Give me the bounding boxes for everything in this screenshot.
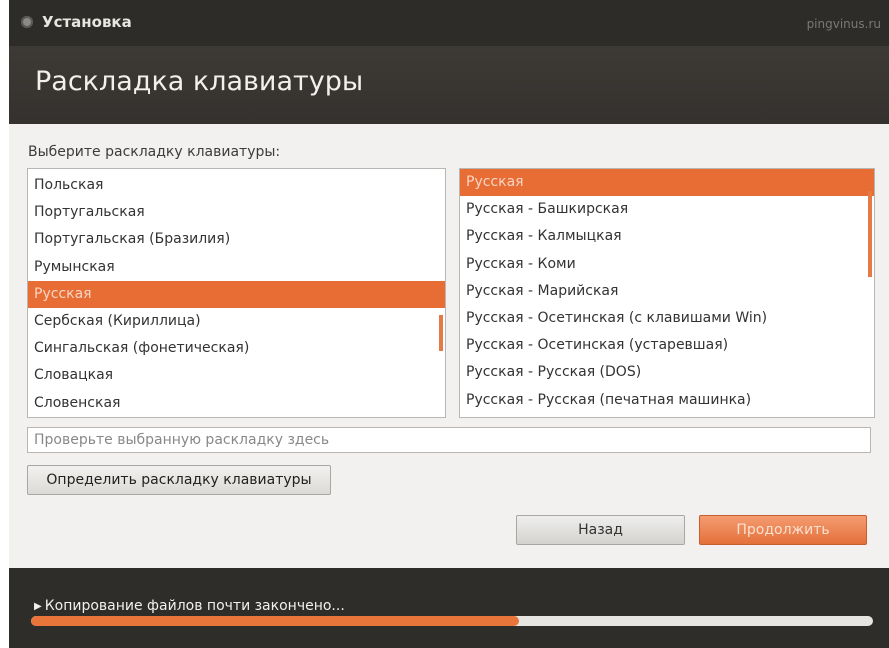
variant-item[interactable]: Русская - Башкирская — [460, 196, 874, 223]
variant-item[interactable]: Русская - Русская (печатная машинка) — [460, 387, 874, 414]
layout-item[interactable]: Румынская — [28, 254, 445, 281]
progress-footer: ▶ Копирование файлов почти закончено... — [9, 568, 889, 648]
continue-button[interactable]: Продолжить — [699, 515, 867, 545]
watermark: pingvinus.ru — [806, 17, 881, 31]
window-title: Установка — [42, 13, 132, 31]
layout-item-selected[interactable]: Русская — [28, 280, 445, 308]
status-text: Копирование файлов почти закончено... — [44, 598, 345, 614]
layout-item[interactable]: Португальская — [28, 199, 445, 226]
variant-item[interactable]: Русская - Русская (DOS) — [460, 359, 874, 386]
detect-layout-button[interactable]: Определить раскладку клавиатуры — [27, 465, 331, 495]
page-title: Раскладка клавиатуры — [35, 66, 364, 97]
layout-list-scrollbar[interactable] — [439, 315, 443, 351]
variant-item[interactable]: Русская - Осетинская (с клавишами Win) — [460, 305, 874, 332]
layout-test-input[interactable] — [27, 427, 871, 453]
status-line[interactable]: ▶ Копирование файлов почти закончено... — [34, 598, 345, 614]
variant-item[interactable]: Русская - Марийская — [460, 278, 874, 305]
installer-window: Установка pingvinus.ru Раскладка клавиат… — [9, 0, 889, 648]
layout-item[interactable]: Сингальская (фонетическая) — [28, 335, 445, 362]
back-button[interactable]: Назад — [516, 515, 685, 545]
layout-item[interactable]: Словенская — [28, 390, 445, 417]
layout-item[interactable]: Польская — [28, 172, 445, 199]
variant-item[interactable]: Русская - Коми — [460, 251, 874, 278]
variant-list[interactable]: Русская Русская - Башкирская Русская - К… — [459, 168, 875, 418]
variant-item[interactable]: Русская - Осетинская (устаревшая) — [460, 332, 874, 359]
close-window-icon[interactable] — [21, 16, 33, 28]
layout-item[interactable]: Португальская (Бразилия) — [28, 226, 445, 253]
main-content: Выберите раскладку клавиатуры: Польская … — [9, 124, 889, 568]
variant-item[interactable]: Русская - Калмыцкая — [460, 223, 874, 250]
progress-fill — [31, 616, 520, 626]
page-header: Раскладка клавиатуры — [9, 46, 889, 124]
layout-item[interactable]: Словацкая — [28, 362, 445, 389]
expand-arrow-icon[interactable]: ▶ — [34, 601, 42, 612]
variant-item-selected[interactable]: Русская — [460, 169, 874, 197]
progress-bar — [31, 616, 873, 626]
layout-list[interactable]: Польская Португальская Португальская (Бр… — [27, 168, 446, 418]
layout-item[interactable]: Сербская (Кириллица) — [28, 308, 445, 335]
layout-prompt: Выберите раскладку клавиатуры: — [28, 144, 281, 160]
title-bar: Установка pingvinus.ru — [9, 0, 889, 46]
variant-list-scrollbar[interactable] — [868, 191, 872, 277]
